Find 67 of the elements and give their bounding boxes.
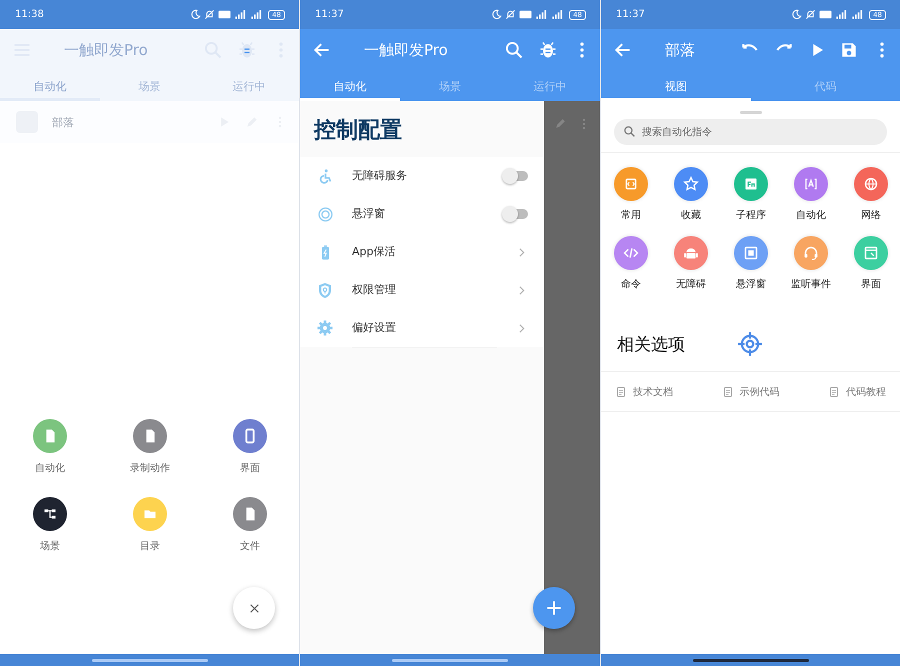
crosshair-icon [737,331,763,357]
category-button[interactable]: 自动化 [781,167,841,222]
signal-icon [535,8,548,21]
moon-icon [190,9,202,20]
doc-link[interactable]: 代码教程 [828,384,886,398]
close-button[interactable] [233,587,275,629]
create-option[interactable]: 文件 [200,497,300,553]
document-icon [722,386,734,398]
status-time: 11:37 [616,9,646,20]
category-button[interactable]: 命令 [601,236,661,291]
document-icon [828,386,840,398]
toggle-switch[interactable] [502,168,528,184]
category-button[interactable]: 悬浮窗 [721,236,781,291]
app-title: 一触即发Pro [364,40,449,60]
pencil-icon[interactable] [554,117,567,130]
home-indicator[interactable] [692,658,808,662]
category-button[interactable]: 常用 [601,167,661,222]
category-button[interactable]: 子程序 [721,167,781,222]
create-option[interactable]: 录制动作 [100,419,200,475]
item-name: 部落 [52,114,75,130]
status-time: 11:37 [315,9,345,20]
document-icon [615,386,627,398]
category-button[interactable]: 界面 [841,236,900,291]
search-icon [623,125,636,138]
create-option[interactable]: 界面 [200,419,300,475]
target-circle-icon [316,206,334,222]
signal-icon [234,8,248,21]
settings-row[interactable]: 无障碍服务 [300,157,544,195]
shield-icon [316,280,334,300]
tab[interactable]: 视图 [601,71,750,101]
category-button[interactable]: 收藏 [661,167,721,222]
section-title: 相关选项 [617,334,686,356]
plus-icon [545,599,563,617]
save-icon[interactable] [840,41,858,59]
signal-icon [851,8,864,21]
moon-icon [491,9,502,20]
drag-handle[interactable] [740,111,762,114]
app-title: 一触即发Pro [64,40,149,60]
signal-icon [835,8,848,21]
create-option[interactable]: 场景 [0,497,100,553]
signal-icon [250,8,264,21]
settings-row[interactable]: 权限管理 [300,271,544,309]
drawer-title: 控制配置 [312,117,403,145]
status-time: 11:38 [15,9,45,20]
category-button[interactable]: 无障碍 [661,236,721,291]
doc-link[interactable]: 技术文档 [615,384,673,398]
category-button[interactable]: 网络 [841,167,900,222]
toggle-switch[interactable] [502,206,528,222]
create-option[interactable]: 自动化 [0,419,100,475]
create-option[interactable]: 目录 [100,497,200,553]
search-field[interactable]: 搜索自动化指令 [614,119,887,145]
settings-row[interactable]: 悬浮窗 [300,195,544,233]
gear-icon [316,319,334,337]
app-title: 部落 [665,40,696,60]
settings-label: 偏好设置 [352,308,497,348]
settings-row[interactable]: App保活 [300,233,544,271]
search-icon[interactable] [504,40,524,60]
settings-row[interactable]: 偏好设置 [300,309,544,347]
home-indicator[interactable] [392,658,508,662]
bug-icon[interactable] [538,40,558,60]
signal-icon [551,8,564,21]
doc-link[interactable]: 示例代码 [722,384,780,398]
moon-icon [791,9,802,20]
home-indicator[interactable] [92,658,208,662]
bug-icon[interactable] [237,40,257,60]
category-button[interactable]: 监听事件 [781,236,841,291]
close-icon [248,602,260,614]
